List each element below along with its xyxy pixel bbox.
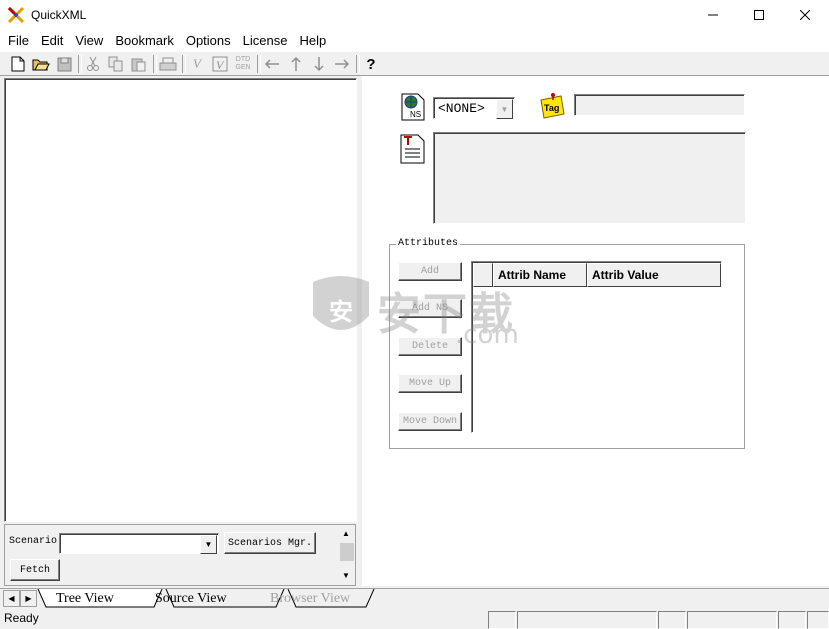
status-cell — [488, 611, 516, 629]
menu-options[interactable]: Options — [180, 33, 237, 48]
dtd-gen-label-bottom: GEN — [235, 64, 251, 71]
tab-tree-view[interactable]: Tree View — [56, 589, 114, 608]
arrow-down-icon[interactable] — [309, 55, 329, 73]
namespace-select-value: <NONE> — [438, 101, 485, 116]
arrow-up-icon[interactable] — [286, 55, 306, 73]
scenario-panel: Scenario ▼ Scenarios Mgr. Fetch ▲ ▼ — [4, 524, 356, 586]
attributes-legend: Attributes — [396, 238, 461, 249]
size-grip[interactable] — [807, 611, 829, 629]
minimize-button[interactable] — [690, 0, 736, 30]
close-button[interactable] — [782, 0, 828, 30]
menu-edit[interactable]: Edit — [35, 33, 69, 48]
status-bar: Ready — [0, 609, 829, 629]
menu-help[interactable]: Help — [293, 33, 332, 48]
paste-icon[interactable] — [129, 55, 149, 73]
tag-icon-label: Tag — [544, 103, 559, 113]
status-cell — [778, 611, 806, 629]
svg-text:V: V — [216, 58, 225, 72]
scroll-up-icon[interactable]: ▲ — [342, 529, 350, 538]
watermark: 安 安下载 .com — [305, 272, 525, 352]
arrow-left-icon[interactable] — [262, 55, 282, 73]
quickxml-logo-icon — [7, 6, 25, 24]
chevron-down-icon[interactable]: ▼ — [200, 535, 217, 554]
menu-bookmark[interactable]: Bookmark — [109, 33, 180, 48]
tab-source-view[interactable]: Source View — [155, 589, 227, 608]
menu-view[interactable]: View — [69, 33, 109, 48]
move-down-button[interactable]: Move Down — [398, 412, 462, 431]
help-icon[interactable]: ? — [361, 55, 381, 73]
status-cell — [658, 611, 686, 629]
validate-icon[interactable]: V — [187, 55, 207, 73]
fetch-button[interactable]: Fetch — [10, 559, 60, 581]
status-cell — [687, 611, 777, 629]
toolbar-separator — [257, 55, 261, 73]
tag-icon: Tag — [538, 92, 566, 120]
print-icon[interactable] — [158, 55, 178, 73]
validate-dtd-icon[interactable]: V — [210, 55, 230, 73]
move-up-button[interactable]: Move Up — [398, 374, 462, 393]
copy-icon[interactable] — [106, 55, 126, 73]
status-cell — [517, 611, 657, 629]
menu-file[interactable]: File — [2, 33, 35, 48]
dtd-gen-icon[interactable]: DTD GEN — [233, 55, 253, 73]
toolbar-separator — [356, 55, 360, 73]
scenario-scrollbar[interactable]: ▲ ▼ — [339, 527, 355, 584]
menu-license[interactable]: License — [237, 33, 294, 48]
text-content-area[interactable] — [433, 132, 746, 224]
scroll-down-icon[interactable]: ▼ — [342, 571, 350, 580]
toolbar-separator — [78, 55, 82, 73]
text-node-icon — [399, 134, 427, 164]
chevron-down-icon[interactable]: ▼ — [496, 99, 513, 119]
scenarios-mgr-button[interactable]: Scenarios Mgr. — [224, 532, 316, 554]
title-bar: QuickXML — [0, 0, 829, 30]
namespace-select[interactable]: <NONE> ▼ — [433, 97, 515, 119]
cut-icon[interactable] — [83, 55, 103, 73]
column-header-attrib-value[interactable]: Attrib Value — [587, 263, 721, 287]
open-folder-icon[interactable] — [31, 55, 51, 73]
scenario-label: Scenario — [9, 536, 58, 547]
dtd-gen-label-top: DTD — [235, 56, 251, 63]
arrow-right-icon[interactable] — [332, 55, 352, 73]
watermark-subtext: .com — [455, 320, 519, 350]
toolbar-separator — [182, 55, 186, 73]
save-icon[interactable] — [54, 55, 74, 73]
toolbar-separator — [153, 55, 157, 73]
scroll-thumb[interactable] — [340, 543, 354, 561]
maximize-button[interactable] — [736, 0, 782, 30]
view-tab-bar: ◀ ▶ Tree View Source View Browser View — [0, 588, 829, 608]
tab-scroll-left-icon[interactable]: ◀ — [3, 590, 20, 607]
new-file-icon[interactable] — [8, 55, 28, 73]
toolbar: V V DTD GEN ? — [0, 51, 829, 76]
ns-icon-label: NS — [410, 110, 421, 119]
status-text: Ready — [4, 611, 39, 625]
svg-text:安: 安 — [329, 298, 353, 326]
tag-name-field[interactable] — [574, 94, 745, 116]
menu-bar: File Edit View Bookmark Options License … — [0, 30, 829, 51]
namespace-icon: NS — [400, 93, 426, 121]
window-title: QuickXML — [31, 8, 87, 22]
scenario-combo[interactable]: ▼ — [59, 533, 219, 554]
tab-scroll-right-icon[interactable]: ▶ — [20, 590, 37, 607]
tab-browser-view[interactable]: Browser View — [270, 589, 350, 608]
